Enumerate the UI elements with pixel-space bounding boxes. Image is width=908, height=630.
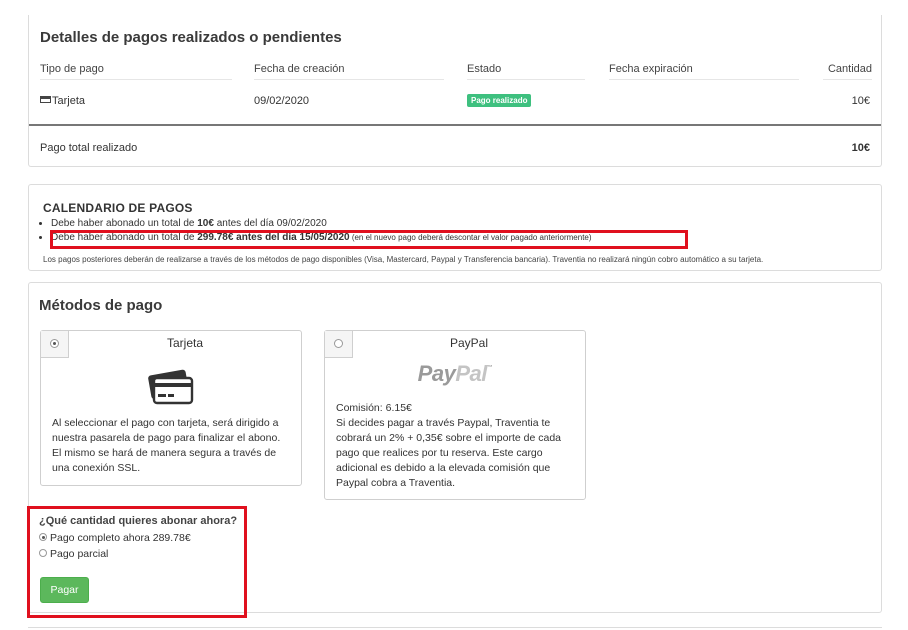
paypal-logo-pal: Pal — [455, 361, 487, 386]
paypal-radio[interactable] — [334, 339, 343, 348]
calendar-title: CALENDARIO DE PAGOS — [43, 201, 193, 215]
highlight-box-amount — [27, 506, 247, 618]
calendar-item-1-date: antes del día 09/02/2020 — [213, 218, 327, 229]
method-card-option[interactable]: Tarjeta Al seleccionar el pago con tarje… — [40, 330, 302, 486]
paypal-description-text: Si decides pagar a través Paypal, Traven… — [336, 417, 562, 489]
method-paypal-option[interactable]: PayPal PayPal™ Comisión: 6.15€ Si decide… — [324, 330, 586, 500]
card-icon — [40, 96, 51, 103]
row-status: Pago realizado — [467, 94, 532, 107]
table-divider — [29, 124, 881, 126]
header-payment-type: Tipo de pago — [40, 63, 232, 80]
total-paid-value: 10€ — [851, 142, 870, 154]
header-creation-date: Fecha de creación — [254, 63, 444, 80]
bottom-divider — [28, 627, 882, 628]
status-badge: Pago realizado — [467, 94, 532, 107]
paypal-logo-pay: Pay — [417, 361, 456, 386]
paypal-radio-tab[interactable] — [325, 331, 353, 358]
row-creation-date: 09/02/2020 — [254, 95, 310, 107]
header-expiry-date: Fecha expiración — [609, 63, 799, 80]
row-amount: 10€ — [851, 95, 870, 107]
paypal-logo: PayPal™ — [325, 361, 585, 387]
header-amount: Cantidad — [823, 63, 872, 80]
payment-details-title: Detalles de pagos realizados o pendiente… — [40, 29, 342, 46]
card-method-title: Tarjeta — [166, 336, 204, 350]
credit-card-icon — [148, 369, 194, 405]
row-payment-type-label: Tarjeta — [52, 95, 86, 107]
calendar-note: Los pagos posteriores deberán de realiza… — [43, 255, 764, 264]
calendar-item-1: Debe haber abonado un total de 10€ antes… — [51, 217, 592, 231]
calendar-item-1-amount: 10€ — [197, 218, 214, 229]
paypal-commission: Comisión: 6.15€ — [336, 402, 412, 414]
header-status: Estado — [467, 63, 585, 80]
paypal-method-title: PayPal — [449, 336, 489, 350]
paypal-logo-tm: ™ — [486, 365, 493, 371]
calendar-item-1-text: Debe haber abonado un total de — [51, 218, 198, 229]
paypal-method-description: Comisión: 6.15€ Si decides pagar a travé… — [336, 401, 574, 491]
card-method-description: Al seleccionar el pago con tarjeta, será… — [52, 417, 281, 474]
payment-details-panel: Detalles de pagos realizados o pendiente… — [28, 15, 882, 167]
payment-calendar-panel: CALENDARIO DE PAGOS Debe haber abonado u… — [28, 184, 882, 271]
highlight-box-calendar — [50, 230, 688, 249]
row-payment-type: Tarjeta — [40, 95, 85, 107]
payment-methods-title: Métodos de pago — [39, 297, 163, 314]
total-paid-label: Pago total realizado — [40, 142, 138, 154]
card-radio-tab[interactable] — [41, 331, 69, 358]
card-radio[interactable] — [50, 339, 59, 348]
